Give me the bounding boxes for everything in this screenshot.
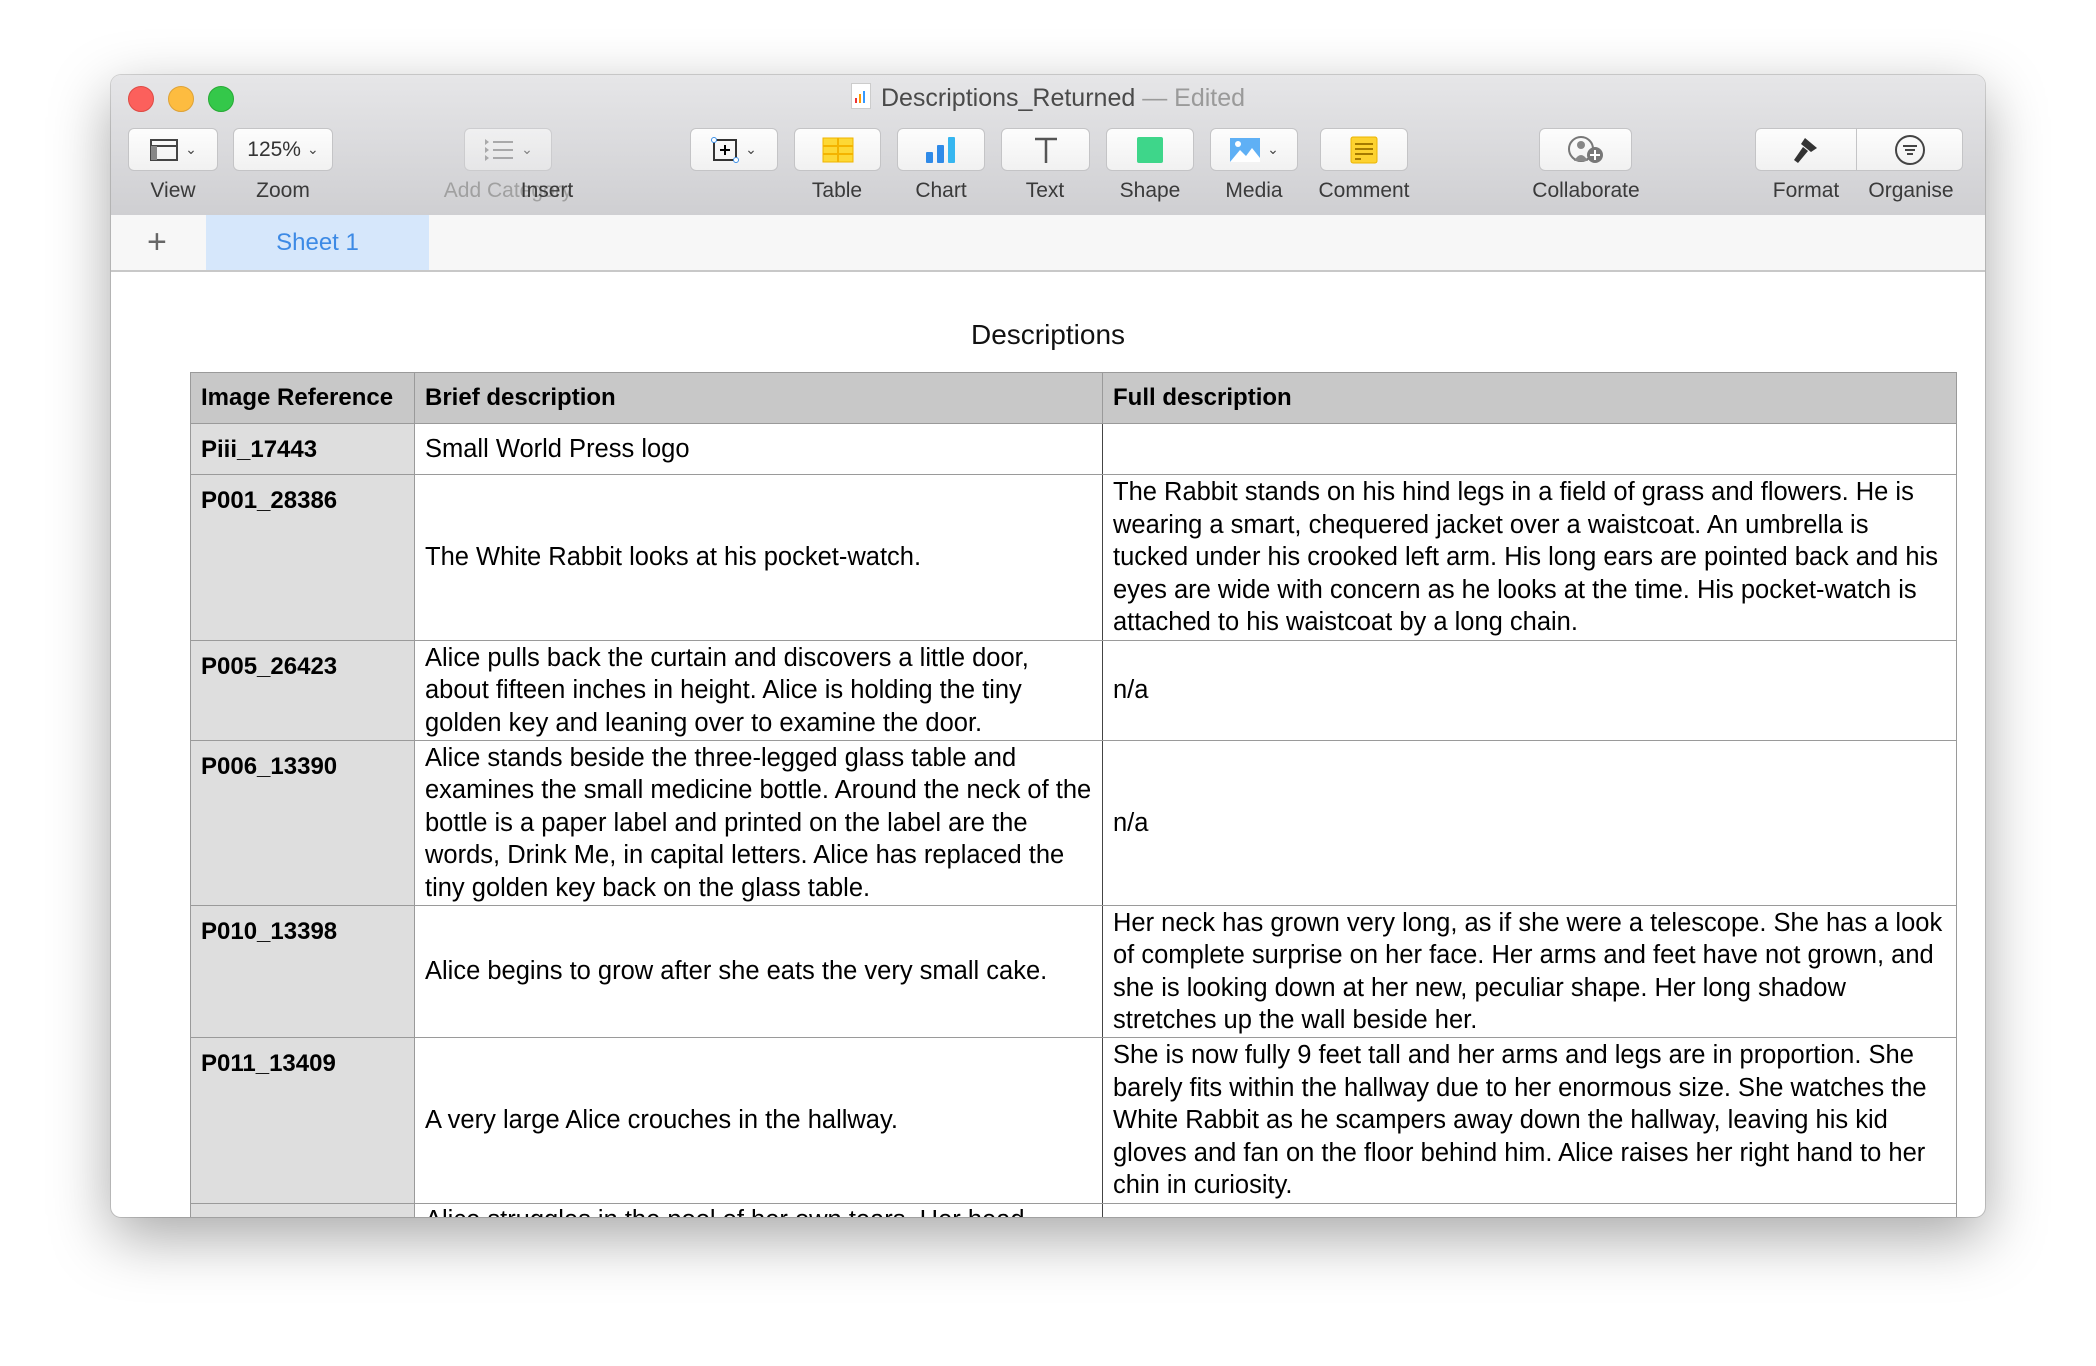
shape-label: Shape xyxy=(1119,179,1181,202)
tab-sheet-1[interactable]: Sheet 1 xyxy=(206,215,429,270)
brief-description-cell[interactable]: Alice stands beside the three-legged gla… xyxy=(414,740,1103,906)
full-description-cell[interactable] xyxy=(1102,1203,1957,1217)
image-reference-cell[interactable]: Piii_17443 xyxy=(190,423,415,475)
table-row: Alice struggles in the pool of her own t… xyxy=(190,1203,1957,1217)
format-button[interactable] xyxy=(1755,128,1857,171)
zoom-label: Zoom xyxy=(256,179,310,202)
shape-icon xyxy=(1137,136,1163,163)
chevron-down-icon: ⌄ xyxy=(1267,141,1279,157)
media-button[interactable]: ⌄ xyxy=(1210,128,1298,171)
header-full-description[interactable]: Full description xyxy=(1102,372,1957,424)
table-row: P005_26423 Alice pulls back the curtain a… xyxy=(190,640,1957,741)
chart-label: Chart xyxy=(915,179,967,202)
header-image-reference[interactable]: Image Reference xyxy=(190,372,415,424)
sort-filter-icon xyxy=(1894,134,1925,165)
image-reference-cell[interactable]: P010_13398 xyxy=(190,905,415,1038)
comment-note-icon xyxy=(1350,136,1378,163)
paintbrush-icon xyxy=(1794,137,1817,163)
brief-description-cell[interactable]: Alice pulls back the curtain and discove… xyxy=(414,640,1103,741)
table-row: P011_13409 A very large Alice crouches in… xyxy=(190,1037,1957,1204)
insert-button[interactable]: ⌄ xyxy=(690,128,778,171)
table-row: P006_13390 Alice stands beside the three-… xyxy=(190,740,1957,906)
view-button[interactable]: ⌄ xyxy=(128,128,218,171)
table-label: Table xyxy=(811,179,863,202)
toolbar: Descriptions_Returned — Edited ⌄ View 12… xyxy=(111,75,1985,216)
brief-description-cell[interactable]: Alice struggles in the pool of her own t… xyxy=(414,1203,1103,1217)
full-description-cell[interactable]: n/a xyxy=(1102,740,1957,906)
table-row: Piii_17443 Small World Press logo xyxy=(190,423,1957,475)
zoom-dropdown[interactable]: 125% ⌄ xyxy=(233,128,333,171)
collaborate-button[interactable] xyxy=(1539,128,1632,171)
image-reference-cell[interactable] xyxy=(190,1203,415,1217)
full-description-cell[interactable]: The Rabbit stands on his hind legs in a … xyxy=(1102,474,1957,641)
window-title: Descriptions_Returned — Edited xyxy=(111,83,1985,113)
text-label: Text xyxy=(1025,179,1065,202)
bar-chart-icon xyxy=(926,136,955,163)
sidebar-layout-icon xyxy=(150,138,179,161)
brief-description-cell[interactable]: A very large Alice crouches in the hallw… xyxy=(414,1037,1103,1204)
brief-description-cell[interactable]: The White Rabbit looks at his pocket-wat… xyxy=(414,474,1103,641)
zoom-value: 125% xyxy=(247,137,301,161)
edited-status: — Edited xyxy=(1142,84,1246,112)
document-name: Descriptions_Returned xyxy=(880,84,1136,112)
full-description-cell[interactable] xyxy=(1102,423,1957,475)
chevron-down-icon: ⌄ xyxy=(306,141,319,157)
header-brief-description[interactable]: Brief description xyxy=(414,372,1103,424)
collaborate-person-add-icon xyxy=(1567,135,1603,163)
shape-button[interactable] xyxy=(1106,128,1194,171)
table-button[interactable] xyxy=(794,128,881,171)
header-row: Image Reference Brief description Full d… xyxy=(190,372,1957,424)
add-category-button[interactable]: ⌄ xyxy=(464,128,552,171)
table-row: P010_13398 Alice begins to grow after she… xyxy=(190,905,1957,1038)
format-label: Format xyxy=(1772,179,1840,202)
brief-description-cell[interactable]: Alice begins to grow after she eats the … xyxy=(414,905,1103,1038)
list-category-icon xyxy=(485,138,514,161)
chevron-down-icon: ⌄ xyxy=(521,141,533,157)
table-title: Descriptions xyxy=(970,319,1126,350)
add-sheet-button[interactable]: + xyxy=(147,223,167,262)
text-button[interactable] xyxy=(1001,128,1090,171)
numbers-document-icon xyxy=(850,83,871,109)
numbers-window: Descriptions_Returned — Edited ⌄ View 12… xyxy=(111,75,1985,1217)
organise-label: Organise xyxy=(1868,179,1954,202)
image-reference-cell[interactable]: P001_28386 xyxy=(190,474,415,641)
brief-description-cell[interactable]: Small World Press logo xyxy=(414,423,1103,475)
image-reference-cell[interactable]: P006_13390 xyxy=(190,740,415,906)
full-description-cell[interactable]: n/a xyxy=(1102,640,1957,741)
chevron-down-icon: ⌄ xyxy=(745,141,757,157)
image-reference-cell[interactable]: P011_13409 xyxy=(190,1037,415,1204)
sheet-tab-bar: + Sheet 1 xyxy=(111,215,1985,272)
media-label: Media xyxy=(1225,179,1283,202)
insert-icon xyxy=(711,136,740,163)
full-description-cell[interactable]: She is now fully 9 feet tall and her arm… xyxy=(1102,1037,1957,1204)
text-icon xyxy=(1034,137,1057,163)
chevron-down-icon: ⌄ xyxy=(185,141,197,157)
view-label: View xyxy=(150,179,196,202)
organise-button[interactable] xyxy=(1856,128,1963,171)
chart-button[interactable] xyxy=(897,128,985,171)
comment-label: Comment xyxy=(1318,179,1410,202)
table-row: P001_28386 The White Rabbit looks at his … xyxy=(190,474,1957,641)
table-icon xyxy=(822,137,853,162)
full-description-cell[interactable]: Her neck has grown very long, as if she … xyxy=(1102,905,1957,1038)
comment-button[interactable] xyxy=(1320,128,1408,171)
collaborate-label: Collaborate xyxy=(1532,179,1640,202)
image-icon xyxy=(1230,137,1261,162)
descriptions-table: Image Reference Brief description Full d… xyxy=(190,372,1957,1217)
insert-label: Insert xyxy=(520,179,574,202)
image-reference-cell[interactable]: P005_26423 xyxy=(190,640,415,741)
